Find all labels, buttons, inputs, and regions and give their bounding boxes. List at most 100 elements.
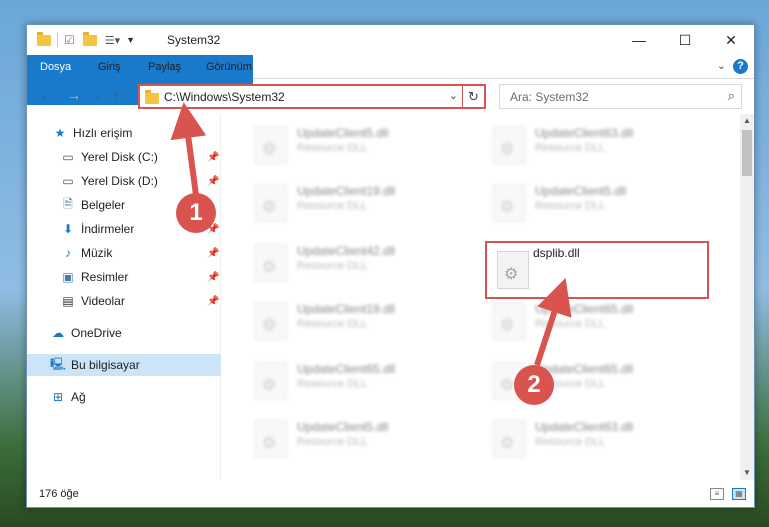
annotation-badge-1: 1 [176,193,216,233]
file-type: Resource DLL [297,436,368,448]
drive-icon: ▭ [62,150,74,164]
list-item[interactable]: UpdateClient19.dll Resource DLL [245,178,471,228]
dll-file-icon [493,420,525,458]
list-item[interactable]: UpdateClient5.dll Resource DLL [245,414,471,464]
expand-ribbon-icon[interactable]: ⌄ [717,59,726,72]
navigation-bar: ← → ⌄ ↑ C:\Windows\System32 ⌄ ↻ Ara: Sys… [27,80,754,114]
dll-file-icon [255,302,287,340]
sidebar-item-label: Ağ [71,390,86,404]
list-item[interactable]: UpdateClient65.dll Resource DLL [245,356,471,406]
dll-file-icon [255,184,287,222]
search-box[interactable]: Ara: System32 ⌕ [499,84,742,109]
maximize-button[interactable]: ☐ [662,25,708,55]
sidebar-item-drive-c[interactable]: ▭ Yerel Disk (C:) 📌 [61,146,221,168]
pin-icon[interactable]: 📌 [207,248,219,259]
title-bar: ☑ ☰▾ ▼ System32 — ☐ ✕ [27,25,754,55]
file-type: Resource DLL [297,200,368,212]
refresh-icon[interactable]: ↻ [462,86,484,107]
pin-icon[interactable]: 📌 [207,176,219,187]
sidebar-item-label: Resimler [81,270,129,284]
help-icon[interactable]: ? [733,59,748,74]
details-view-icon[interactable]: ≡ [710,488,724,500]
file-type: Resource DLL [297,260,368,272]
window-title: System32 [167,33,221,47]
sidebar-item-label: Yerel Disk (D:) [81,174,158,188]
file-type: Resource DLL [297,378,368,390]
file-name: UpdateClient19.dll [297,184,396,198]
properties-icon[interactable]: ☑ [64,33,75,47]
view-options-icon[interactable]: ☰▾ [105,34,120,47]
videos-icon: ▤ [62,294,74,308]
documents-icon: 🗎 [63,196,73,211]
file-type: Resource DLL [535,318,606,330]
highlighted-file-dsplib[interactable]: dsplib.dll [485,241,709,299]
sidebar-item-label: Videolar [81,294,125,308]
dll-file-icon [493,126,525,164]
cloud-icon: ☁ [52,326,64,340]
file-type: Resource DLL [535,142,606,154]
list-item[interactable]: UpdateClient19.dll Resource DLL [245,296,471,346]
address-dropdown-icon[interactable]: ⌄ [449,89,458,102]
address-bar[interactable]: C:\Windows\System32 ⌄ ↻ [138,84,486,109]
forward-button[interactable]: → [67,87,81,103]
up-button[interactable]: ↑ [113,87,120,103]
scroll-thumb[interactable] [742,130,752,176]
list-item[interactable]: UpdateClient5.dll Resource DLL [483,178,709,228]
large-icons-view-icon[interactable]: ▦ [732,488,746,500]
sidebar-item-music[interactable]: ♪ Müzik 📌 [61,242,221,264]
tab-view[interactable]: Görünüm [193,55,265,79]
list-item[interactable]: UpdateClient63.dll Resource DLL [483,414,709,464]
drive-icon: ▭ [62,174,74,188]
list-item[interactable]: UpdateClient63.dll Resource DLL [483,120,709,170]
sidebar-item-label: Bu bilgisayar [71,358,140,372]
file-name: UpdateClient5.dll [297,420,389,434]
network-icon: ⊞ [52,390,64,404]
dll-file-icon [255,244,287,282]
pin-icon[interactable]: 📌 [207,272,219,283]
vertical-scrollbar[interactable]: ▲ ▼ [740,114,754,480]
dll-file-icon [255,362,287,400]
folder-icon [145,90,159,104]
pin-icon[interactable]: 📌 [207,296,219,307]
pin-icon[interactable]: 📌 [207,152,219,163]
new-folder-icon[interactable] [82,31,97,46]
search-icon: ⌕ [727,88,735,103]
music-icon: ♪ [65,246,71,260]
scroll-down-icon[interactable]: ▼ [740,466,754,480]
sidebar-item-network[interactable]: ⊞ Ağ [51,386,86,408]
list-item[interactable]: UpdateClient65.dll Resource DLL [483,296,709,346]
file-name: UpdateClient65.dll [297,362,396,376]
back-button[interactable]: ← [39,87,53,103]
sidebar-item-onedrive[interactable]: ☁ OneDrive [51,322,122,344]
file-name: dsplib.dll [533,246,580,260]
minimize-button[interactable]: — [616,25,662,55]
tab-share[interactable]: Paylaş [135,55,194,79]
sidebar-item-this-pc[interactable]: 🖳 Bu bilgisayar [27,354,221,376]
scroll-up-icon[interactable]: ▲ [740,114,754,128]
sidebar-item-videos[interactable]: ▤ Videolar 📌 [61,290,221,312]
dll-file-icon [255,420,287,458]
recent-locations-icon[interactable]: ⌄ [93,90,101,101]
star-icon: ★ [54,126,66,140]
customize-toolbar-icon[interactable]: ▼ [126,35,135,45]
annotation-badge-2: 2 [514,365,554,405]
sidebar-item-pictures[interactable]: ▣ Resimler 📌 [61,266,221,288]
navigation-pane: ★ Hızlı erişim ▭ Yerel Disk (C:) 📌 ▭ Yer… [27,114,221,480]
file-name: UpdateClient42.dll [297,244,396,258]
item-count: 176 öğe [39,488,79,500]
folder-icon [37,31,51,46]
list-item[interactable]: UpdateClient42.dll Resource DLL [245,238,471,288]
sidebar-item-label: Yerel Disk (C:) [81,150,158,164]
tab-home[interactable]: Giriş [85,55,134,79]
pictures-icon: ▣ [62,270,74,284]
computer-icon: 🖳 [50,356,67,371]
search-input[interactable]: Ara: System32 [510,90,589,104]
sidebar-item-drive-d[interactable]: ▭ Yerel Disk (D:) 📌 [61,170,221,192]
ribbon-tabs: Dosya Giriş Paylaş Görünüm ⌄ ? [27,55,754,105]
status-bar: 176 öğe ≡ ▦ [27,483,754,507]
sidebar-item-quick-access[interactable]: ★ Hızlı erişim [53,122,133,144]
close-button[interactable]: ✕ [708,25,754,55]
file-name: UpdateClient63.dll [535,126,634,140]
address-path: C:\Windows\System32 [164,90,285,104]
list-item[interactable]: UpdateClient5.dll Resource DLL [245,120,471,170]
